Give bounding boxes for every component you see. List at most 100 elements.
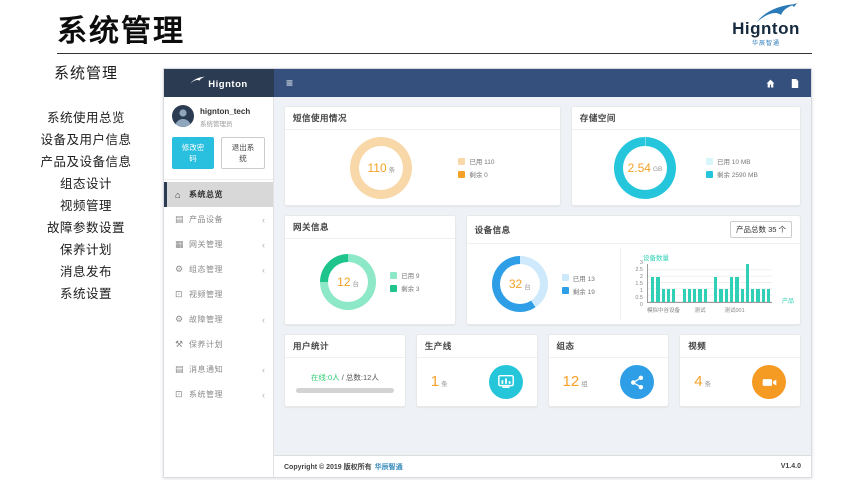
legend-swatch	[562, 274, 569, 281]
legend-swatch	[562, 287, 569, 294]
legend-swatch	[706, 171, 713, 178]
sidebar-item-label: 故障管理	[189, 314, 223, 325]
user-panel: hignton_tech 系统管理员	[164, 97, 273, 130]
x-tick-label: 测试001	[724, 306, 744, 314]
legend-label: 剩余 3	[401, 283, 419, 293]
toc-item[interactable]: 故障参数设置	[10, 217, 162, 239]
y-tick-label: 0.5	[635, 295, 643, 301]
card-title: 短信使用情况	[285, 107, 560, 130]
table-of-contents: 系统管理 系统使用总览设备及用户信息产品及设备信息组态设计视频管理故障参数设置保…	[10, 62, 162, 305]
config-share-icon	[620, 365, 654, 399]
y-tick-label: 1	[640, 288, 643, 294]
bar	[698, 289, 701, 302]
admin-app-window: Hignton ≡	[163, 68, 812, 478]
home-icon: ⌂	[175, 190, 189, 200]
user-role: 系统管理员	[200, 118, 250, 128]
sidebar-item[interactable]: ⊡系统管理‹	[164, 382, 273, 407]
production-monitor-icon	[489, 365, 523, 399]
sidebar-item-label: 系统总览	[189, 189, 223, 200]
bar-chart-title: 设备数量	[643, 252, 669, 262]
sidebar-item[interactable]: ▤产品设备‹	[164, 207, 273, 232]
bar	[756, 289, 759, 302]
chevron-left-icon: ‹	[262, 215, 265, 225]
sms-count: 110	[367, 161, 386, 175]
bar	[651, 277, 654, 302]
y-tick-label: 0	[640, 302, 643, 308]
copyright-text: Copyright © 2019 版权所有	[284, 462, 372, 472]
card-title: 存储空间	[572, 107, 800, 130]
bar-chart-xlabels: 模拟中谷设备测试测试001	[647, 306, 772, 314]
legend-item: 剩余 0	[458, 169, 494, 179]
gateway-card: 网关信息 12 台 已用 9剩余 3	[284, 215, 456, 325]
bar-chart-xaxis-label: 产品	[782, 296, 794, 305]
device-donut-chart: 32 台	[492, 256, 548, 312]
sms-donut-chart: 110 条	[350, 137, 412, 199]
legend-label: 已用 10 MB	[717, 156, 751, 166]
sidebar-item-label: 视频管理	[189, 289, 223, 300]
legend-label: 已用 9	[401, 270, 419, 280]
legend-swatch	[706, 158, 713, 165]
toc-item[interactable]: 保养计划	[10, 239, 162, 261]
product-total-button[interactable]: 产品总数 35 个	[730, 221, 792, 238]
company-link[interactable]: 华辰智通	[375, 462, 403, 472]
toc-item[interactable]: 组态设计	[10, 173, 162, 195]
app-footer: Copyright © 2019 版权所有 华辰智通 V1.4.0	[274, 455, 811, 477]
toc-item[interactable]: 产品及设备信息	[10, 151, 162, 173]
bar	[667, 289, 670, 302]
device-card: 设备信息 产品总数 35 个 32 台	[466, 215, 801, 325]
device-legend: 已用 13剩余 19	[562, 273, 595, 296]
card-title: 视频	[680, 335, 800, 358]
video-camera-icon	[752, 365, 786, 399]
antelope-logo-icon	[190, 76, 206, 84]
toc-item[interactable]: 系统使用总览	[10, 107, 162, 129]
change-password-button[interactable]: 修改密码	[172, 137, 214, 169]
logout-button[interactable]: 退出系统	[221, 137, 265, 169]
app-content: 短信使用情况 110 条 已用 110 剩余 0	[274, 97, 811, 477]
device-count: 32	[509, 277, 522, 291]
home-icon[interactable]	[766, 79, 775, 88]
toc-item[interactable]: 消息发布	[10, 261, 162, 283]
chevron-left-icon: ‹	[262, 265, 265, 275]
sidebar-item[interactable]: ⌂系统总览	[164, 182, 273, 207]
bar	[735, 277, 738, 302]
chevron-left-icon: ‹	[262, 365, 265, 375]
toc-item[interactable]: 设备及用户信息	[10, 129, 162, 151]
sms-legend: 已用 110 剩余 0	[458, 156, 494, 179]
y-tick-label: 1.5	[635, 281, 643, 287]
toc-item[interactable]: 系统设置	[10, 283, 162, 305]
bar	[751, 289, 754, 302]
user-stats-line: 在线:0人 / 总数:12人	[311, 372, 379, 383]
card-title: 组态	[549, 335, 669, 358]
legend-swatch	[458, 158, 465, 165]
app-logo[interactable]: Hignton	[164, 69, 274, 97]
sidebar-item[interactable]: ⚙组态管理‹	[164, 257, 273, 282]
book-icon: ▤	[175, 364, 189, 375]
legend-label: 剩余 0	[469, 169, 487, 179]
y-tick-label: 3	[640, 260, 643, 266]
user-stats-card: 用户统计 在线:0人 / 总数:12人	[284, 334, 406, 407]
legend-item: 已用 110	[458, 156, 494, 166]
legend-swatch	[390, 285, 397, 292]
video-count: 4	[694, 373, 702, 390]
app-sidebar: hignton_tech 系统管理员 修改密码 退出系统 ⌂系统总览▤产品设备‹…	[164, 97, 274, 477]
sidebar-item[interactable]: ⚒保养计划	[164, 332, 273, 357]
avatar[interactable]	[172, 105, 194, 127]
screen: 系统管理 Hignton 华辰智通 系统管理 系统使用总览设备及用户信息产品及设…	[0, 0, 842, 480]
sidebar-item[interactable]: ⊡视频管理	[164, 282, 273, 307]
toc-item[interactable]: 视频管理	[10, 195, 162, 217]
x-tick-label: 测试	[694, 306, 705, 314]
sidebar-item-label: 消息通知	[189, 364, 223, 375]
brand-logo: Hignton 华辰智通	[718, 3, 814, 47]
total-count: 总数:12人	[346, 373, 379, 382]
hamburger-icon[interactable]: ≡	[286, 76, 293, 90]
production-line-card: 生产线 1条	[416, 334, 538, 407]
file-icon[interactable]	[791, 79, 799, 88]
sidebar-item[interactable]: ⚙故障管理‹	[164, 307, 273, 332]
card-title: 用户统计	[285, 335, 405, 358]
sidebar-item[interactable]: ▦网关管理‹	[164, 232, 273, 257]
legend-label: 已用 13	[573, 273, 595, 283]
production-count: 1	[431, 373, 439, 390]
sidebar-item[interactable]: ▤消息通知 ‹	[164, 357, 273, 382]
chevron-left-icon: ‹	[262, 240, 265, 250]
book-icon: ▤	[175, 214, 189, 225]
